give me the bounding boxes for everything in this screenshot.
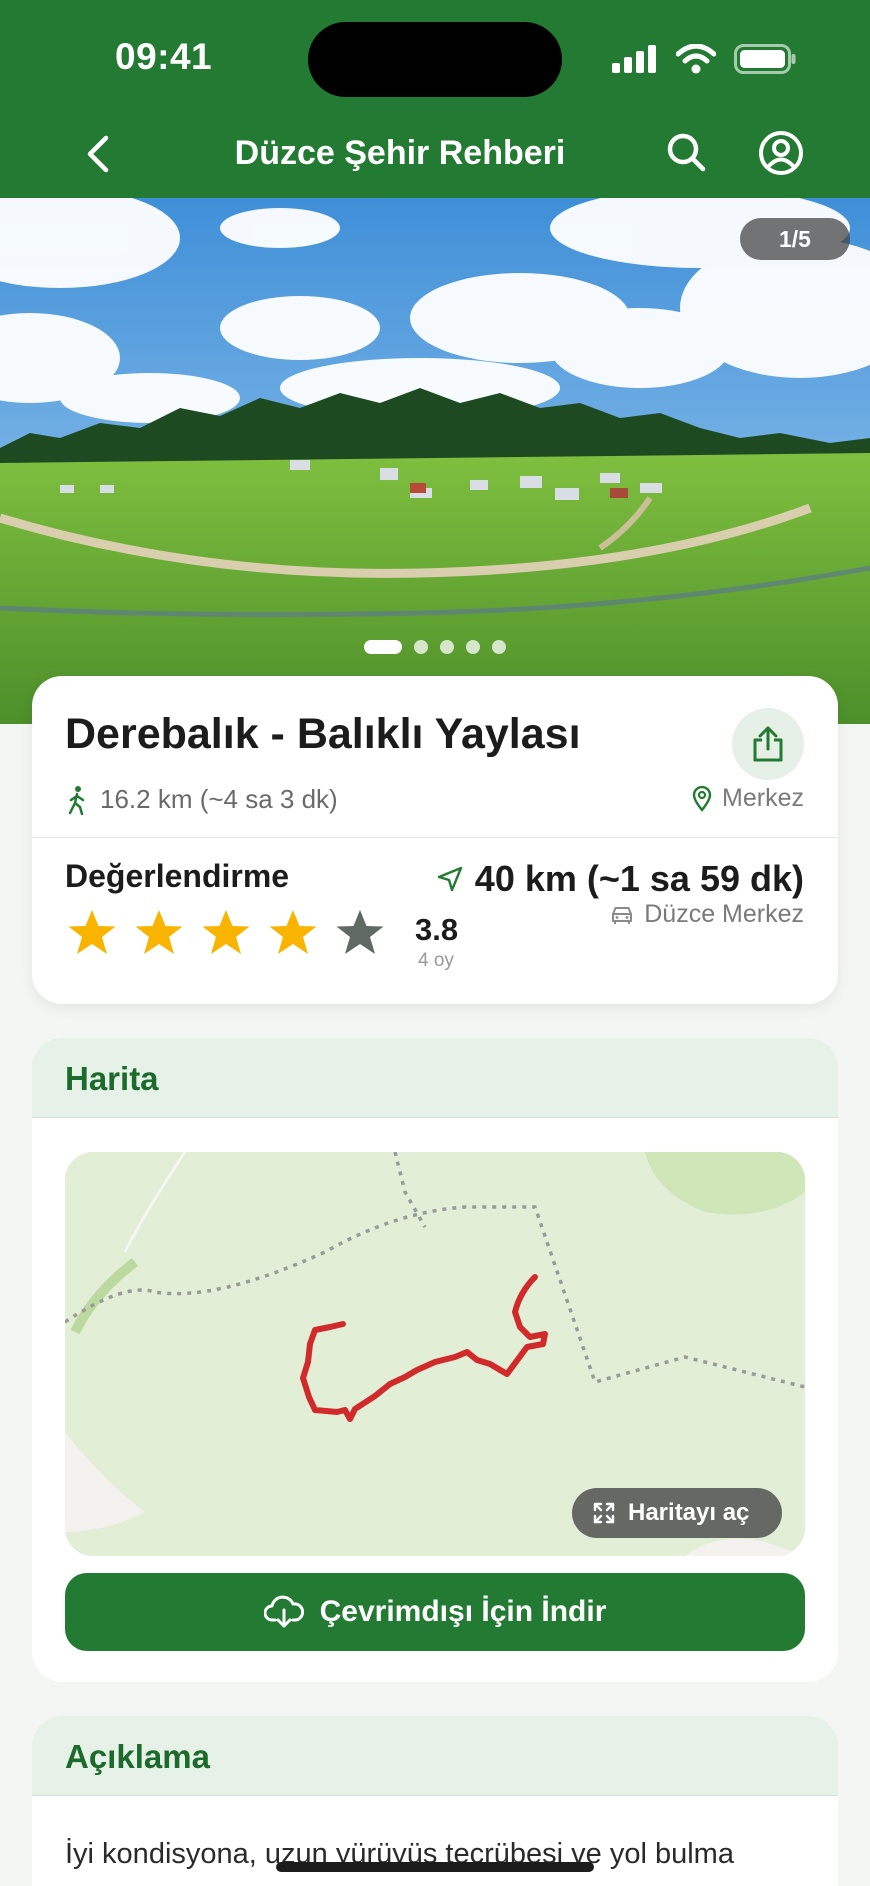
profile-icon bbox=[759, 131, 803, 175]
offline-download-label: Çevrimdışı İçin İndir bbox=[319, 1595, 607, 1628]
search-button[interactable] bbox=[664, 130, 708, 174]
status-icons bbox=[612, 44, 796, 74]
district: Merkez bbox=[692, 784, 804, 813]
walking-distance-text: 16.2 km (~4 sa 3 dk) bbox=[100, 784, 338, 814]
map-section: Harita Haritayı aç Çevrimdışı İçin İndir bbox=[32, 1038, 838, 1682]
star-icon bbox=[135, 910, 183, 954]
share-icon bbox=[753, 726, 783, 762]
battery-icon bbox=[734, 44, 796, 74]
cloud-download-icon bbox=[263, 1595, 304, 1628]
place-info-card: Derebalık - Balıklı Yaylası 16.2 km (~4 … bbox=[32, 676, 838, 1004]
star-empty-icon bbox=[336, 910, 384, 954]
walking-distance: 16.2 km (~4 sa 3 dk) bbox=[66, 784, 338, 815]
drive-origin: Düzce Merkez bbox=[610, 900, 804, 929]
offline-download-button[interactable]: Çevrimdışı İçin İndir bbox=[65, 1573, 805, 1651]
star-icon bbox=[202, 910, 250, 954]
description-section: Açıklama İyi kondisyona, uzun yürüyüş te… bbox=[32, 1716, 838, 1886]
car-icon bbox=[612, 906, 633, 924]
status-time: 09:41 bbox=[115, 36, 213, 77]
profile-button[interactable] bbox=[758, 130, 804, 176]
rating-votes: 4 oy bbox=[418, 950, 454, 971]
star-icon bbox=[68, 910, 116, 954]
carousel-dot[interactable] bbox=[364, 640, 402, 654]
open-map-button[interactable]: Haritayı aç bbox=[572, 1488, 782, 1538]
carousel-dot[interactable] bbox=[440, 640, 454, 654]
location-pin-icon bbox=[692, 785, 712, 812]
share-button[interactable] bbox=[732, 708, 804, 780]
drive-distance: 40 km (~1 sa 59 dk) bbox=[437, 858, 804, 900]
home-indicator bbox=[276, 1862, 594, 1872]
app-header: Düzce Şehir Rehberi bbox=[0, 110, 870, 198]
wifi-icon bbox=[676, 44, 716, 74]
walking-icon bbox=[68, 785, 85, 815]
navigation-arrow-icon bbox=[437, 866, 462, 892]
description-section-header: Açıklama bbox=[32, 1716, 838, 1796]
star-icon bbox=[269, 910, 317, 954]
map-section-header: Harita bbox=[32, 1038, 838, 1118]
rating-score: 3.8 bbox=[415, 912, 459, 947]
drive-origin-text: Düzce Merkez bbox=[644, 900, 804, 928]
carousel-dot[interactable] bbox=[414, 640, 428, 654]
route-map[interactable]: Haritayı aç bbox=[65, 1152, 805, 1556]
signal-icon bbox=[612, 45, 656, 73]
rating-stars bbox=[66, 908, 386, 958]
carousel-dots bbox=[364, 640, 506, 654]
carousel-dot[interactable] bbox=[466, 640, 480, 654]
drive-distance-text: 40 km (~1 sa 59 dk) bbox=[474, 858, 804, 899]
image-counter: 1/5 bbox=[740, 218, 850, 260]
district-name: Merkez bbox=[722, 784, 804, 812]
status-bar: 09:41 bbox=[0, 0, 870, 110]
search-icon bbox=[667, 133, 706, 172]
map-section-title: Harita bbox=[65, 1060, 159, 1097]
expand-icon bbox=[593, 1502, 615, 1524]
place-title: Derebalık - Balıklı Yaylası bbox=[65, 710, 581, 758]
carousel-dot[interactable] bbox=[492, 640, 506, 654]
hero-image[interactable]: 1/5 bbox=[0, 198, 870, 724]
description-section-title: Açıklama bbox=[65, 1738, 210, 1775]
open-map-label: Haritayı aç bbox=[628, 1499, 750, 1526]
rating-label: Değerlendirme bbox=[65, 858, 290, 894]
dynamic-island bbox=[308, 22, 562, 97]
divider bbox=[32, 837, 838, 838]
